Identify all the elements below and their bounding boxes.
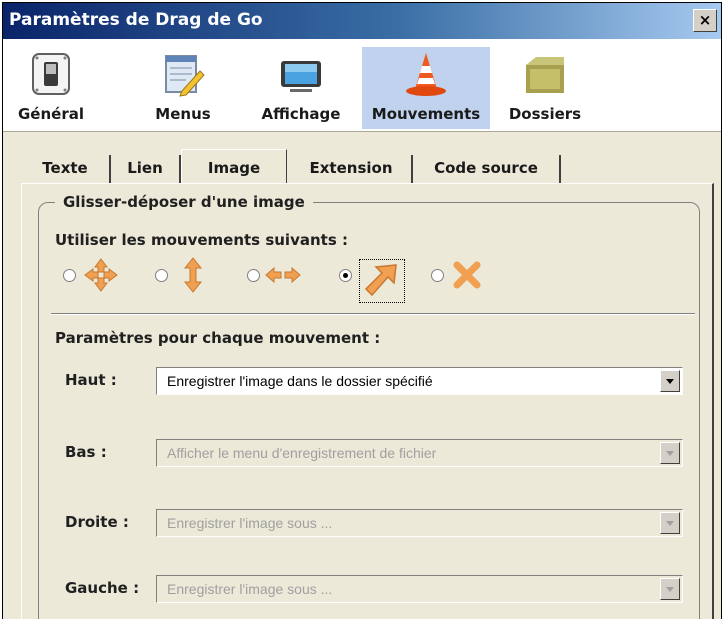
toolbar-affichage[interactable]: Affichage <box>253 47 349 129</box>
toolbar-label: Mouvements <box>371 105 481 123</box>
group-legend: Glisser-déposer d'une image <box>55 193 313 211</box>
toolbar-dossiers[interactable]: Dossiers <box>499 47 591 129</box>
traffic-cone-icon <box>406 53 446 96</box>
toolbar-mouvements[interactable]: Mouvements <box>362 47 490 129</box>
window-title: Paramètres de Drag de Go <box>9 10 263 30</box>
chevron-down-icon[interactable] <box>660 442 680 464</box>
diagonal-arrow-icon <box>364 264 397 297</box>
row-label-droite: Droite : <box>65 513 129 531</box>
cross-icon <box>453 261 481 289</box>
tab-code-source[interactable]: Code source <box>413 155 561 183</box>
toolbar-label: Général <box>18 105 84 123</box>
title-bar: Paramètres de Drag de Go × <box>3 3 721 39</box>
close-button[interactable]: × <box>693 9 717 32</box>
four-way-arrows-icon <box>84 258 118 292</box>
folder-box-icon <box>526 57 564 93</box>
up-down-arrows-icon <box>183 257 203 293</box>
category-toolbar: Général Menus Affichage Mouvements Dossi… <box>3 39 721 132</box>
params-label: Paramètres pour chaque mouvement : <box>55 329 381 347</box>
bas-select[interactable]: Afficher le menu d'enregistrement de fic… <box>156 439 683 467</box>
toolbar-label: Dossiers <box>508 105 582 123</box>
tab-lien[interactable]: Lien <box>111 155 181 183</box>
chevron-down-icon[interactable] <box>660 512 680 534</box>
movement-radio-four-way[interactable] <box>63 269 76 282</box>
droite-select[interactable]: Enregistrer l'image sous ... <box>156 509 683 537</box>
toolbar-menus[interactable]: Menus <box>141 47 225 129</box>
chevron-down-icon[interactable] <box>660 578 680 600</box>
tab-extension[interactable]: Extension <box>291 155 413 183</box>
tab-texte[interactable]: Texte <box>21 155 111 183</box>
row-label-gauche: Gauche : <box>65 579 140 597</box>
haut-select-value: Enregistrer l'image dans le dossier spéc… <box>167 373 433 389</box>
movement-radio-cross[interactable] <box>431 269 444 282</box>
monitor-icon <box>281 61 321 92</box>
movement-radio-left-right[interactable] <box>247 269 260 282</box>
switch-icon <box>32 53 70 95</box>
droite-select-value: Enregistrer l'image sous ... <box>167 515 333 531</box>
gauche-select-value: Enregistrer l'image sous ... <box>167 581 333 597</box>
toolbar-label: Affichage <box>261 105 341 123</box>
bas-select-value: Afficher le menu d'enregistrement de fic… <box>167 445 437 461</box>
row-label-haut: Haut : <box>65 371 117 389</box>
toolbar-label: Menus <box>155 105 211 123</box>
tab-image[interactable]: Image <box>181 149 287 184</box>
gauche-select[interactable]: Enregistrer l'image sous ... <box>156 575 683 603</box>
haut-select[interactable]: Enregistrer l'image dans le dossier spéc… <box>156 367 683 395</box>
left-right-arrows-icon <box>265 266 301 284</box>
movement-radio-up-down[interactable] <box>155 269 168 282</box>
toolbar-general[interactable]: Général <box>9 47 93 129</box>
settings-window: Paramètres de Drag de Go × Général Menus… <box>2 2 722 619</box>
group-separator <box>51 313 695 315</box>
chevron-down-icon[interactable] <box>660 370 680 392</box>
movement-radio-diagonal[interactable] <box>339 269 352 282</box>
notepad-icon <box>165 55 205 97</box>
row-label-bas: Bas : <box>65 443 107 461</box>
movements-label: Utiliser les mouvements suivants : <box>55 231 348 249</box>
